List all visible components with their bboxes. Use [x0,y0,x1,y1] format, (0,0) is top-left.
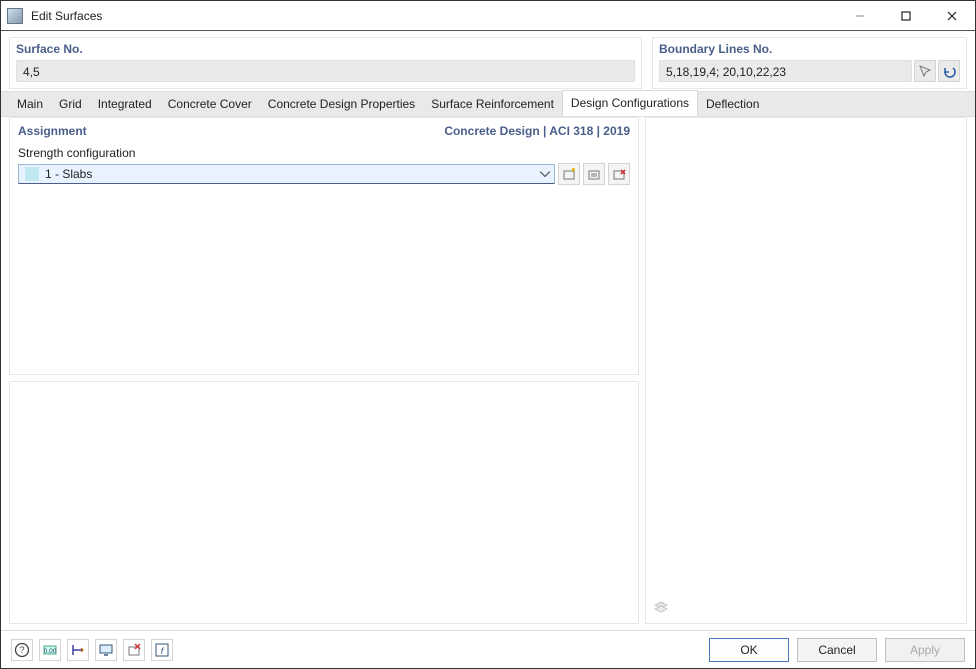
surface-no-input[interactable]: 4,5 [16,60,635,82]
clear-surface-icon [126,642,142,658]
revert-button[interactable] [938,60,960,82]
content-area: Assignment Concrete Design | ACI 318 | 2… [1,117,975,630]
maximize-icon [901,11,911,21]
assignment-title: Assignment [18,124,444,138]
lower-panel [9,381,639,624]
tab-bar: Main Grid Integrated Concrete Cover Conc… [1,91,975,117]
boundary-lines-label: Boundary Lines No. [659,42,960,56]
left-column: Assignment Concrete Design | ACI 318 | 2… [9,117,639,624]
close-button[interactable] [929,1,975,31]
close-icon [947,11,957,21]
layers-icon [653,600,669,616]
clear-button[interactable] [123,639,145,661]
units-icon: 0.00 [42,642,58,658]
monitor-icon [98,642,114,658]
ok-button[interactable]: OK [709,638,789,662]
surface-no-box: Surface No. 4,5 [9,37,642,89]
dialog-edit-surfaces: Edit Surfaces Surface No. 4,5 Boundary L… [0,0,976,669]
maximize-button[interactable] [883,1,929,31]
preview-panel [645,117,967,624]
new-item-icon [562,167,576,181]
new-config-button[interactable] [558,163,580,185]
boundary-lines-input[interactable]: 5,18,19,4; 20,10,22,23 [659,60,912,82]
help-button[interactable]: ? [11,639,33,661]
tab-grid[interactable]: Grid [51,92,90,116]
tab-concrete-cover[interactable]: Concrete Cover [160,92,260,116]
help-icon: ? [14,642,30,658]
assignment-subtitle: Concrete Design | ACI 318 | 2019 [444,124,630,138]
delete-item-icon [612,167,626,181]
tab-design-configurations[interactable]: Design Configurations [562,90,698,116]
script-button[interactable]: f [151,639,173,661]
strength-config-label: Strength configuration [18,146,630,160]
edit-item-icon [587,167,601,181]
app-icon [7,8,23,24]
tab-main[interactable]: Main [9,92,51,116]
header-fields: Surface No. 4,5 Boundary Lines No. 5,18,… [1,31,975,91]
tab-integrated[interactable]: Integrated [90,92,160,116]
cursor-pick-icon [918,64,932,78]
boundary-lines-box: Boundary Lines No. 5,18,19,4; 20,10,22,2… [652,37,967,89]
tab-deflection[interactable]: Deflection [698,92,767,116]
dimensions-button[interactable] [67,639,89,661]
pick-lines-button[interactable] [914,60,936,82]
dialog-footer: ? 0.00 f OK Cancel Apply [1,630,975,668]
dimension-icon [70,642,86,658]
view-button[interactable] [95,639,117,661]
tab-concrete-design-properties[interactable]: Concrete Design Properties [260,92,423,116]
units-button[interactable]: 0.00 [39,639,61,661]
svg-text:0.00: 0.00 [44,648,57,655]
edit-config-button[interactable] [583,163,605,185]
config-color-swatch [25,167,39,181]
preview-settings-button[interactable] [652,599,670,617]
undo-arrow-icon [942,64,956,78]
minimize-icon [855,11,865,21]
function-icon: f [154,642,170,658]
window-title: Edit Surfaces [29,9,837,23]
tab-surface-reinforcement[interactable]: Surface Reinforcement [423,92,562,116]
chevron-down-icon [539,168,551,180]
strength-config-select[interactable]: 1 - Slabs [18,164,555,184]
cancel-button[interactable]: Cancel [797,638,877,662]
surface-no-label: Surface No. [16,42,635,56]
svg-text:?: ? [19,645,24,655]
strength-config-value: 1 - Slabs [45,167,92,181]
delete-config-button[interactable] [608,163,630,185]
apply-button: Apply [885,638,965,662]
assignment-panel: Assignment Concrete Design | ACI 318 | 2… [9,117,639,375]
minimize-button[interactable] [837,1,883,31]
titlebar: Edit Surfaces [1,1,975,31]
